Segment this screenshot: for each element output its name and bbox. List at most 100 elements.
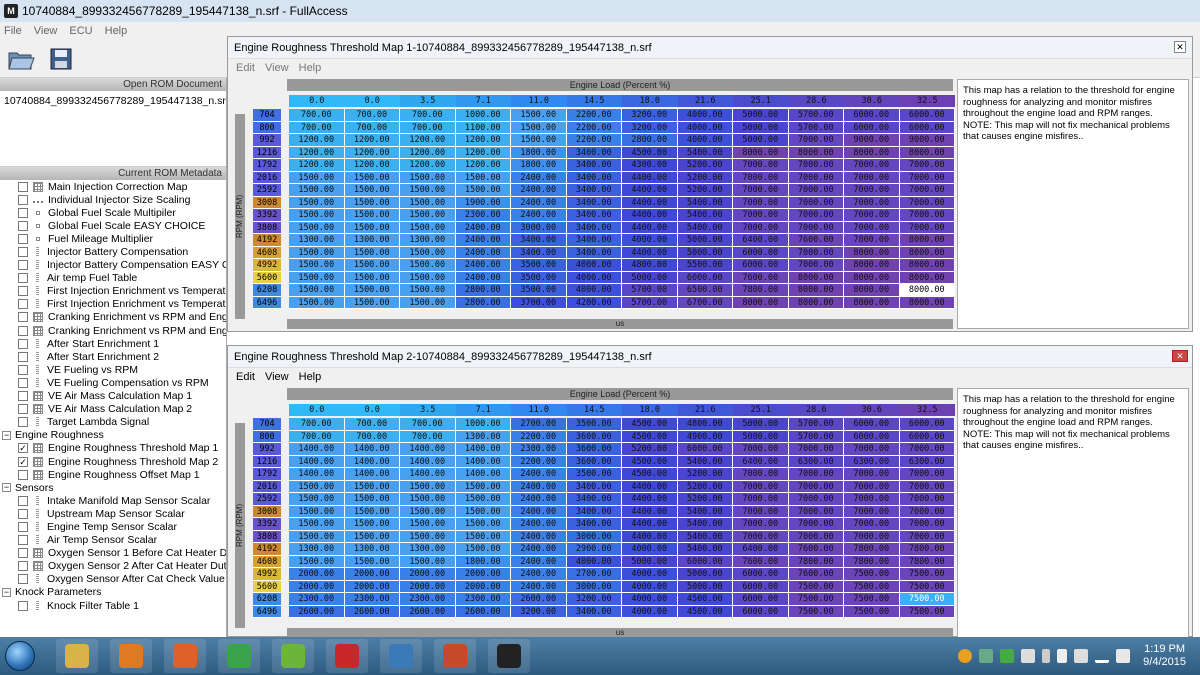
tree-item[interactable]: Cranking Enrichment vs RPM and Engine Te… — [0, 311, 226, 324]
tree-item-checkbox[interactable] — [18, 220, 28, 231]
map2-table-cell[interactable]: 1500.00 — [400, 555, 456, 568]
map1-table-cell[interactable]: 7000.00 — [899, 209, 955, 222]
map1-table-cell[interactable]: 1500.00 — [511, 121, 567, 134]
map1-table-cell[interactable]: 700.00 — [344, 121, 400, 134]
map1-table-cell[interactable]: 8000.00 — [899, 296, 955, 309]
map1-table-cell[interactable]: 5000.00 — [733, 134, 789, 147]
map1-table-cell[interactable]: 1500.00 — [400, 271, 456, 284]
menu-help[interactable]: Help — [105, 25, 128, 37]
map1-table-cell[interactable]: 5400.00 — [677, 196, 733, 209]
tree-item-checkbox[interactable] — [18, 548, 28, 559]
map2-table-cell[interactable]: 4500.00 — [677, 593, 733, 606]
map2-row-header[interactable]: 3808 — [253, 530, 281, 543]
tree-category[interactable]: − Knock Parameters — [0, 586, 226, 599]
map2-table-cell[interactable]: 2200.00 — [511, 455, 567, 468]
map1-column-header[interactable]: 28.6 — [788, 95, 844, 107]
map1-table-cell[interactable]: 2400.00 — [511, 171, 567, 184]
map2-row-header[interactable]: 6208 — [253, 593, 281, 606]
map1-table-cell[interactable]: 6000.00 — [733, 259, 789, 272]
tree-item[interactable]: Engine Temp Sensor Scalar — [0, 520, 226, 533]
map2-table-cell[interactable]: 5700.00 — [788, 430, 844, 443]
map1-row-header[interactable]: 4992 — [253, 259, 281, 272]
taskbar-utorrent-button[interactable] — [272, 639, 314, 673]
map1-row-header[interactable]: 704 — [253, 109, 281, 122]
map1-table-cell[interactable]: 1200.00 — [400, 146, 456, 159]
map2-table-cell[interactable]: 2300.00 — [455, 593, 511, 606]
tree-item[interactable]: VE Air Mass Calculation Map 2 — [0, 403, 226, 416]
map2-table-cell[interactable]: 2400.00 — [511, 468, 567, 481]
map1-table-cell[interactable]: 8000.00 — [733, 146, 789, 159]
map2-table-cell[interactable]: 7600.00 — [788, 543, 844, 556]
tree-item-checkbox[interactable] — [18, 312, 28, 323]
map1-table-cell[interactable]: 5700.00 — [788, 121, 844, 134]
map2-table-cell[interactable]: 4400.00 — [622, 518, 678, 531]
map2-table-cell[interactable]: 6000.00 — [677, 443, 733, 456]
map2-table-cell[interactable]: 1300.00 — [455, 430, 511, 443]
map2-table-cell[interactable]: 4500.00 — [622, 468, 678, 481]
map2-table-cell[interactable]: 2200.00 — [511, 430, 567, 443]
taskbar-acrobat-button[interactable] — [326, 639, 368, 673]
tree-item-checkbox[interactable] — [18, 247, 28, 258]
map1-table-cell[interactable]: 4000.00 — [566, 271, 622, 284]
tree-item-checkbox[interactable] — [18, 469, 28, 480]
map1-table-cell[interactable]: 5400.00 — [677, 209, 733, 222]
map1-table-cell[interactable]: 4000.00 — [677, 121, 733, 134]
map1-table-cell[interactable]: 1500.00 — [344, 196, 400, 209]
map1-row-header[interactable]: 3392 — [253, 209, 281, 222]
map1-table-cell[interactable]: 8000.00 — [899, 271, 955, 284]
map2-column-header[interactable]: 28.6 — [788, 404, 844, 416]
map2-menu-view[interactable]: View — [265, 371, 289, 383]
map2-table-cell[interactable]: 5000.00 — [677, 568, 733, 581]
tree-item-checkbox[interactable] — [18, 194, 28, 205]
map2-table-cell[interactable]: 7500.00 — [899, 580, 955, 593]
map2-table-cell[interactable]: 2400.00 — [511, 555, 567, 568]
tree-item[interactable]: After Start Enrichment 2 — [0, 350, 226, 363]
map2-table-cell[interactable]: 3500.00 — [566, 468, 622, 481]
map2-table-cell[interactable]: 6400.00 — [733, 543, 789, 556]
tree-item-checkbox[interactable] — [18, 521, 28, 532]
map2-column-header[interactable]: 3.5 — [400, 404, 456, 416]
tree-category[interactable]: − Sensors — [0, 481, 226, 494]
map2-table-cell[interactable]: 1500.00 — [289, 530, 345, 543]
map1-table-cell[interactable]: 5000.00 — [733, 109, 789, 122]
map2-table-cell[interactable]: 7000.00 — [788, 518, 844, 531]
tray-flag-icon[interactable] — [1057, 649, 1068, 663]
map2-table-cell[interactable]: 5400.00 — [677, 530, 733, 543]
map1-table-cell[interactable]: 3400.00 — [566, 171, 622, 184]
map2-table-cell[interactable]: 4400.00 — [622, 480, 678, 493]
map2-table-cell[interactable]: 6400.00 — [733, 455, 789, 468]
map1-table-cell[interactable]: 1500.00 — [289, 246, 345, 259]
map2-table-cell[interactable]: 2000.00 — [289, 580, 345, 593]
map2-row-header[interactable]: 704 — [253, 418, 281, 431]
map1-table-cell[interactable]: 8000.00 — [844, 246, 900, 259]
tree-item[interactable]: Air Temp Sensor Scalar — [0, 534, 226, 547]
map2-table-cell[interactable]: 4400.00 — [622, 493, 678, 506]
map1-table-cell[interactable]: 2400.00 — [511, 184, 567, 197]
map2-table-cell[interactable]: 7000.00 — [844, 505, 900, 518]
map1-table-cell[interactable]: 7000.00 — [733, 184, 789, 197]
map1-table-cell[interactable]: 7000.00 — [788, 184, 844, 197]
map1-table-cell[interactable]: 1500.00 — [344, 209, 400, 222]
map2-table-cell[interactable]: 7000.00 — [899, 530, 955, 543]
map2-table-cell[interactable]: 2400.00 — [511, 493, 567, 506]
tray-sync-icon[interactable] — [979, 649, 994, 663]
map1-table-cell[interactable]: 2800.00 — [622, 134, 678, 147]
map2-table-cell[interactable]: 7500.00 — [788, 593, 844, 606]
map2-table-cell[interactable]: 2600.00 — [511, 593, 567, 606]
map1-menu-edit[interactable]: Edit — [236, 62, 255, 74]
map1-table-cell[interactable]: 1900.00 — [455, 196, 511, 209]
tree-item-checkbox[interactable] — [18, 273, 28, 284]
map1-table-cell[interactable]: 1500.00 — [289, 171, 345, 184]
map1-table-cell[interactable]: 1500.00 — [400, 246, 456, 259]
map2-table-cell[interactable]: 7000.00 — [733, 480, 789, 493]
map1-table-cell[interactable]: 1200.00 — [289, 134, 345, 147]
map1-table-cell[interactable]: 7000.00 — [844, 209, 900, 222]
map1-table-cell[interactable]: 1200.00 — [455, 159, 511, 172]
tree-item-checkbox[interactable] — [18, 325, 28, 336]
map2-table-cell[interactable]: 5000.00 — [622, 555, 678, 568]
map1-table-cell[interactable]: 2300.00 — [455, 209, 511, 222]
map1-column-header[interactable]: 14.5 — [566, 95, 622, 107]
menu-view[interactable]: View — [34, 25, 58, 37]
map2-table-cell[interactable]: 3200.00 — [511, 605, 567, 618]
map2-table-cell[interactable]: 1500.00 — [344, 530, 400, 543]
